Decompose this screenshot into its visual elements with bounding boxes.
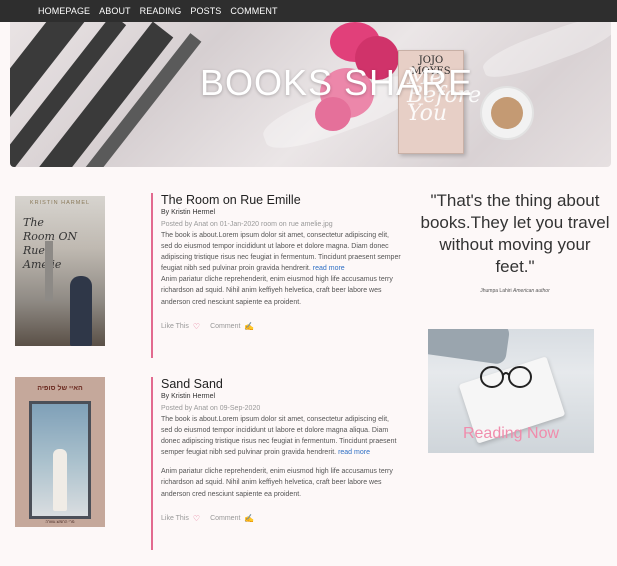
thumbs-up-icon: ✍	[244, 513, 255, 523]
post-author: By Kristin Hermel	[161, 209, 216, 216]
read-more-link[interactable]: read more	[338, 449, 370, 456]
post-title[interactable]: Sand Sand	[161, 377, 401, 391]
heart-icon: ♡	[192, 321, 201, 331]
comment-button[interactable]: Comment ✍	[210, 514, 254, 523]
thumbs-up-icon: ✍	[244, 321, 255, 331]
person-illustration	[53, 449, 67, 511]
woman-figure-illustration	[70, 276, 92, 346]
post-card: האיי של סופיה מרי החמש-עשרה Sand Sand By…	[0, 377, 405, 550]
heart-icon: ♡	[192, 513, 201, 523]
cover-subtitle: מרי החמש-עשרה	[45, 519, 75, 524]
post-title[interactable]: The Room on Rue Emille	[161, 193, 401, 207]
post-book-cover[interactable]: האיי של סופיה מרי החמש-עשרה	[15, 377, 105, 527]
post-extra-text: Anim pariatur cliche reprehenderit, enim…	[161, 276, 393, 306]
nav-link-comment[interactable]: COMMENT	[230, 6, 277, 16]
nav-link-about[interactable]: ABOUT	[99, 6, 131, 16]
post-actions: Like This ♡ Comment ✍	[161, 322, 401, 331]
reading-now-card[interactable]: Reading Now	[428, 329, 594, 453]
post-meta: Posted by Anat on 09-Sep-2020	[161, 405, 261, 412]
glasses-icon	[480, 366, 532, 388]
post-divider	[151, 193, 153, 358]
nav-link-homepage[interactable]: HOMEPAGE	[38, 6, 90, 16]
post-body: The Room on Rue Emille By Kristin Hermel…	[161, 193, 401, 331]
nav-link-posts[interactable]: POSTS	[190, 6, 221, 16]
post-excerpt: The book is about.Lorem ipsum dolor sit …	[161, 232, 401, 273]
post-extra-text: Anim pariatur cliche reprehenderit, enim…	[161, 468, 393, 498]
like-button[interactable]: Like This ♡	[161, 514, 200, 523]
like-button[interactable]: Like This ♡	[161, 322, 200, 331]
quote-source: Jhumpa Lahiri American author	[420, 288, 610, 294]
read-more-link[interactable]: read more	[313, 265, 345, 272]
post-card: KRISTIN HARMEL The Room ON Rue Amelie Th…	[0, 193, 405, 358]
post-book-cover[interactable]: KRISTIN HARMEL The Room ON Rue Amelie	[15, 196, 105, 346]
cover-title: האיי של סופיה	[37, 385, 83, 392]
sheet-fold	[479, 22, 611, 86]
top-navbar: HOMEPAGE ABOUT READING POSTS COMMENT	[0, 0, 617, 22]
cover-author: KRISTIN HARMEL	[29, 200, 91, 206]
site-title: BOOKS SHARE	[200, 62, 474, 103]
hero-banner: JOJO MOYES Me Before You BOOKS SHARE	[10, 22, 611, 167]
book-quote: "That's the thing about books.They let y…	[420, 191, 610, 276]
post-divider	[151, 377, 153, 550]
coffee	[491, 97, 523, 129]
post-meta: Posted by Anat on 01-Jan-2020 room on ru…	[161, 221, 333, 228]
post-body: Sand Sand By Kristin Hermel Posted by An…	[161, 377, 401, 523]
coffee-cup	[480, 86, 534, 140]
post-actions: Like This ♡ Comment ✍	[161, 514, 401, 523]
eiffel-tower-illustration	[45, 241, 53, 301]
comment-button[interactable]: Comment ✍	[210, 322, 254, 331]
post-author: By Kristin Hermel	[161, 393, 216, 400]
nav-link-reading[interactable]: READING	[140, 6, 182, 16]
quote-author-role: American author	[513, 288, 550, 294]
post-excerpt: The book is about.Lorem ipsum dolor sit …	[161, 416, 397, 457]
reading-now-label[interactable]: Reading Now	[428, 425, 594, 443]
quote-author: Jhumpa Lahiri	[480, 288, 512, 294]
